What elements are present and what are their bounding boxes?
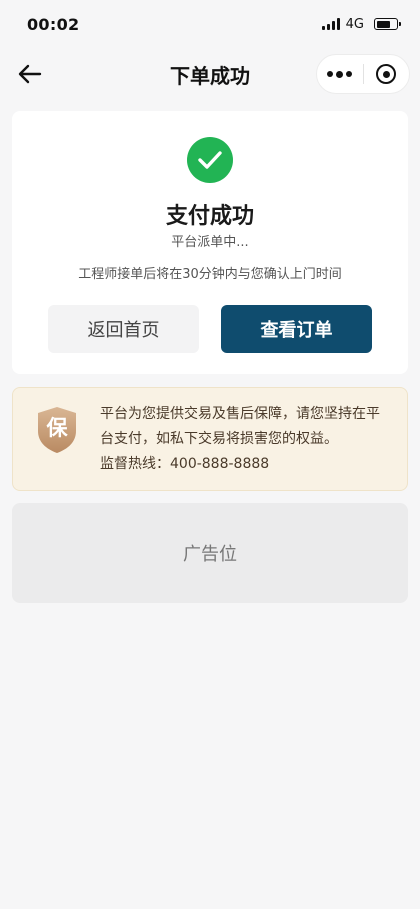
status-time: 00:02 bbox=[27, 14, 80, 34]
battery-icon bbox=[374, 18, 401, 30]
page-title: 下单成功 bbox=[170, 63, 250, 88]
network-type: 4G bbox=[345, 16, 364, 32]
more-dots-icon bbox=[327, 70, 353, 78]
back-home-button[interactable]: 返回首页 bbox=[48, 305, 199, 353]
hotline-text: 监督热线：400-888-8888 bbox=[100, 456, 270, 472]
success-check-badge bbox=[187, 137, 233, 183]
shield-icon: 保 bbox=[35, 405, 79, 455]
target-icon bbox=[376, 64, 397, 84]
dispatch-status: 平台派单中... bbox=[171, 235, 249, 250]
view-order-button[interactable]: 查看订单 bbox=[221, 305, 372, 353]
back-button[interactable] bbox=[14, 58, 46, 90]
success-title: 支付成功 bbox=[165, 204, 254, 229]
arrow-left-icon bbox=[18, 64, 42, 84]
ad-slot[interactable]: 广告位 bbox=[12, 503, 408, 603]
close-mini-program-button[interactable] bbox=[364, 55, 410, 93]
guarantee-card: 保 平台为您提供交易及售后保障，请您坚持在平台支付，如私下交易将损害您的权益。 … bbox=[12, 387, 408, 491]
guarantee-message: 平台为您提供交易及售后保障，请您坚持在平台支付，如私下交易将损害您的权益。 bbox=[100, 406, 380, 447]
status-indicators: 4G bbox=[321, 16, 401, 32]
guarantee-text-block: 平台为您提供交易及售后保障，请您坚持在平台支付，如私下交易将损害您的权益。 监督… bbox=[100, 402, 393, 477]
signal-icon bbox=[321, 18, 340, 30]
engineer-note: 工程师接单后将在30分钟内与您确认上门时间 bbox=[78, 267, 342, 282]
ad-label: 广告位 bbox=[183, 544, 237, 565]
more-button[interactable] bbox=[317, 55, 363, 93]
status-bar: 00:02 4G bbox=[0, 0, 420, 48]
mini-program-capsule bbox=[316, 54, 410, 94]
guarantee-badge-text: 保 bbox=[46, 416, 68, 440]
payment-success-card: 支付成功 平台派单中... 工程师接单后将在30分钟内与您确认上门时间 返回首页… bbox=[12, 111, 408, 374]
nav-bar: 下单成功 bbox=[0, 48, 420, 100]
check-icon bbox=[198, 151, 222, 169]
